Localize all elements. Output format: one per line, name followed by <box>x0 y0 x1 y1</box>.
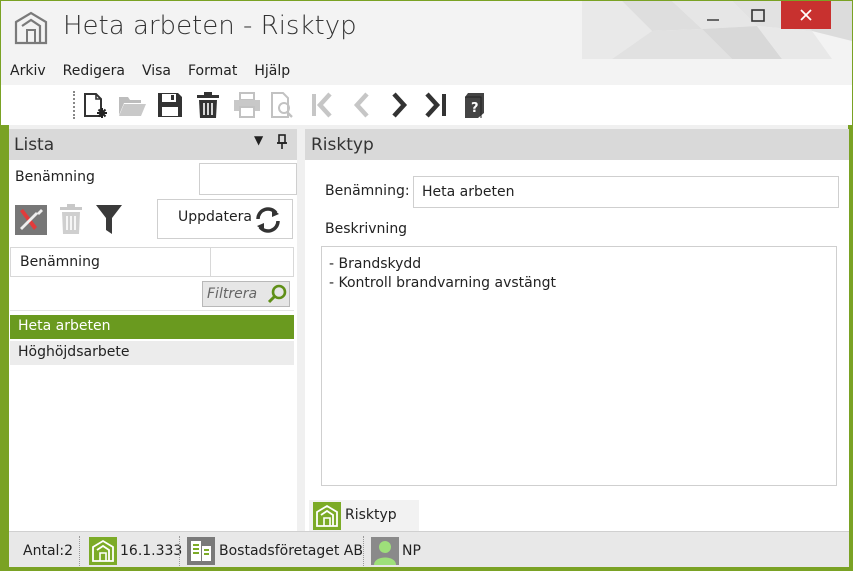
panel-dropdown-icon[interactable]: ▼ <box>254 133 263 147</box>
close-button[interactable] <box>781 1 831 29</box>
status-user: NP <box>402 543 421 559</box>
print-button[interactable] <box>232 90 262 120</box>
menu-arkiv[interactable]: Arkiv <box>1 59 54 85</box>
refresh-icon <box>256 207 280 233</box>
open-folder-icon <box>119 97 146 116</box>
status-separator <box>363 536 364 566</box>
toolbar-grip[interactable] <box>73 91 76 119</box>
next-record-icon <box>392 92 408 118</box>
tab-house-icon <box>313 502 341 530</box>
app-logo-icon <box>14 11 48 45</box>
tools-icon[interactable] <box>15 205 47 235</box>
status-version-item: 16.1.333 <box>89 532 182 570</box>
refresh-button[interactable]: Uppdatera <box>157 199 293 239</box>
list-item[interactable]: Höghöjdsarbete <box>10 341 294 365</box>
list-name-input[interactable] <box>199 163 297 195</box>
list-item-label: Höghöjdsarbete <box>18 344 130 360</box>
status-count: Antal:2 <box>23 543 74 559</box>
filter-funnel-icon[interactable] <box>95 203 123 235</box>
list-panel-title: Lista <box>14 135 55 155</box>
save-icon <box>158 93 182 117</box>
menu-bar: Arkiv Redigera Visa Format Hjälp <box>1 59 852 85</box>
toolbar: ? <box>1 85 852 125</box>
print-preview-icon <box>271 92 293 118</box>
list-grid-header: Benämning <box>10 247 294 277</box>
tab-risktyp[interactable]: Risktyp <box>309 500 419 531</box>
delete-icon <box>197 92 219 118</box>
new-record-icon <box>84 93 107 118</box>
search-icon[interactable] <box>267 284 287 304</box>
status-user-item: NP <box>371 532 421 570</box>
filter-row: Filtrera <box>10 277 294 311</box>
minimize-button[interactable] <box>691 1 735 31</box>
status-company: Bostadsföretaget AB <box>219 543 363 559</box>
description-line: - Kontroll brandvarning avstängt <box>329 275 556 291</box>
menu-redigera[interactable]: Redigera <box>54 59 133 85</box>
column-header-benamning[interactable]: Benämning <box>11 248 211 276</box>
status-separator <box>79 536 80 566</box>
filter-placeholder: Filtrera <box>207 286 258 302</box>
column-header-label: Benämning <box>20 254 100 270</box>
filter-input[interactable]: Filtrera <box>202 281 290 307</box>
new-record-button[interactable] <box>79 90 109 120</box>
pin-icon[interactable] <box>276 134 288 150</box>
list-panel-header: Lista ▼ <box>9 129 297 160</box>
list-panel: Lista ▼ Benämning Uppdatera Benämning Fi… <box>9 129 297 531</box>
tab-label: Risktyp <box>345 507 397 523</box>
print-icon <box>234 92 260 118</box>
detail-panel-title: Risktyp <box>311 135 374 155</box>
help-button[interactable]: ? <box>459 90 489 120</box>
maximize-button[interactable] <box>735 1 781 31</box>
detail-name-label: Benämning: <box>325 183 410 199</box>
menu-visa[interactable]: Visa <box>133 59 179 85</box>
window-frame-bottom <box>1 567 852 570</box>
detail-name-input[interactable]: Heta arbeten <box>413 176 839 208</box>
company-building-icon <box>187 537 215 565</box>
print-preview-button[interactable] <box>267 90 297 120</box>
status-separator <box>179 536 180 566</box>
first-record-button[interactable] <box>307 90 337 120</box>
delete-button[interactable] <box>193 90 223 120</box>
detail-panel: Risktyp Benämning: Heta arbeten Beskrivn… <box>305 129 849 531</box>
delete-icon[interactable] <box>59 203 83 235</box>
menu-format[interactable]: Format <box>179 59 245 85</box>
description-line: - Brandskydd <box>329 256 422 272</box>
status-bar: Antal:2 16.1.333 Bostadsföretaget AB NP <box>9 531 849 569</box>
user-avatar-icon <box>371 537 399 565</box>
last-record-button[interactable] <box>422 90 452 120</box>
list-item-label: Heta arbeten <box>18 318 111 334</box>
maximize-icon <box>751 9 765 22</box>
minimize-icon <box>707 19 719 21</box>
svg-text:?: ? <box>471 101 479 116</box>
window-title: Heta arbeten - Risktyp <box>63 11 357 41</box>
close-icon <box>800 9 812 21</box>
list-name-label: Benämning <box>15 169 95 185</box>
first-record-icon <box>312 92 332 118</box>
detail-panel-header: Risktyp <box>305 129 849 160</box>
tab-strip: Risktyp <box>305 498 849 531</box>
description-label: Beskrivning <box>325 221 408 237</box>
app-house-icon <box>89 537 117 565</box>
title-bar: Heta arbeten - Risktyp <box>1 1 852 59</box>
window-frame-left <box>1 125 9 570</box>
status-company-item: Bostadsföretaget AB <box>187 532 363 570</box>
previous-record-button[interactable] <box>346 90 376 120</box>
panel-splitter[interactable] <box>297 125 305 531</box>
menu-hjalp[interactable]: Hjälp <box>245 59 298 85</box>
open-button[interactable] <box>117 90 147 120</box>
last-record-icon <box>425 92 446 118</box>
save-button[interactable] <box>155 90 185 120</box>
status-version: 16.1.333 <box>120 543 183 559</box>
previous-record-icon <box>353 92 369 118</box>
application-window: Heta arbeten - Risktyp Arkiv Redigera Vi… <box>0 0 853 571</box>
list-item[interactable]: Heta arbeten <box>10 315 294 339</box>
next-record-button[interactable] <box>385 90 415 120</box>
description-textarea[interactable]: - Brandskydd - Kontroll brandvarning avs… <box>321 246 837 486</box>
refresh-button-label: Uppdatera <box>178 209 252 225</box>
help-book-icon: ? <box>465 93 484 118</box>
